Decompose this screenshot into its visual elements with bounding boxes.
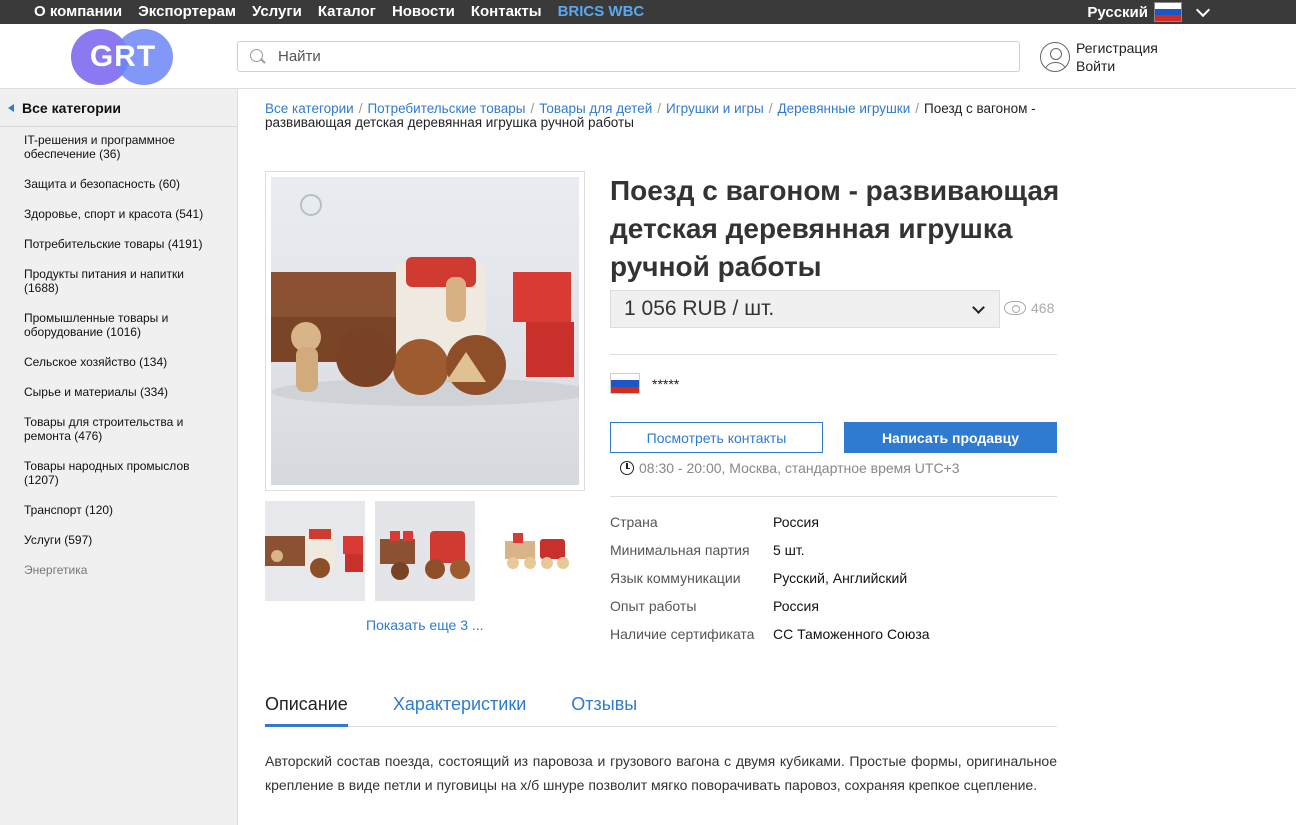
crumb-kids[interactable]: Товары для детей	[539, 101, 652, 116]
wooden-train-illustration	[271, 194, 579, 406]
spec-row: Страна Россия	[610, 508, 930, 536]
divider	[610, 496, 1057, 497]
header: GRT Регистрация Войти	[0, 24, 1296, 89]
category-sidebar: Все категории IT-решения и программное о…	[0, 89, 238, 825]
working-hours: 08:30 - 20:00, Москва, стандартное время…	[620, 460, 960, 476]
tab-characteristics[interactable]: Характеристики	[393, 690, 526, 727]
tab-description[interactable]: Описание	[265, 690, 348, 727]
russia-flag-icon	[1154, 2, 1182, 22]
spec-row: Наличие сертификата СС Таможенного Союза	[610, 620, 930, 648]
sidebar-item-food[interactable]: Продукты питания и напитки (1688)	[24, 267, 214, 295]
spec-value: Россия	[773, 514, 819, 530]
view-contacts-button[interactable]: Посмотреть контакты	[610, 422, 823, 453]
price-value: 1 056 RUB / шт.	[624, 297, 775, 320]
spec-key: Наличие сертификата	[610, 626, 755, 642]
divider	[610, 354, 1057, 355]
sidebar-item-transport[interactable]: Транспорт (120)	[24, 503, 214, 517]
russia-flag-icon	[610, 373, 640, 394]
spec-row: Опыт работы Россия	[610, 592, 930, 620]
thumbnail-3[interactable]	[485, 501, 585, 601]
spec-value: СС Таможенного Союза	[773, 626, 930, 642]
logo-text: GRT	[89, 40, 157, 73]
spec-value: 5 шт.	[773, 542, 805, 558]
all-categories-title: Все категории	[22, 99, 121, 116]
search-icon[interactable]	[250, 48, 266, 65]
nav-exporters[interactable]: Экспортерам	[138, 0, 236, 24]
nav-contacts[interactable]: Контакты	[471, 0, 542, 24]
crumb-wooden[interactable]: Деревянные игрушки	[778, 101, 911, 116]
search-input[interactable]	[278, 48, 978, 65]
sidebar-item-materials[interactable]: Сырье и материалы (334)	[24, 385, 214, 399]
login-link[interactable]: Войти	[1076, 57, 1158, 75]
register-link[interactable]: Регистрация	[1076, 39, 1158, 57]
show-more-images-link[interactable]: Показать еще 3 ...	[366, 617, 484, 633]
language-selector[interactable]: Русский	[1087, 0, 1211, 24]
user-icon[interactable]	[1040, 42, 1070, 72]
write-seller-button[interactable]: Написать продавцу	[844, 422, 1057, 453]
product-tabs: Описание Характеристики Отзывы	[265, 690, 1057, 727]
product-specs: Страна Россия Минимальная партия 5 шт. Язы…	[610, 508, 930, 648]
thumbnail-strip	[265, 501, 585, 601]
spec-row: Минимальная партия 5 шт.	[610, 536, 930, 564]
breadcrumb: Все категории / Потребительские товары / Тов…	[265, 101, 1036, 130]
language-label: Русский	[1087, 3, 1148, 21]
user-block: Регистрация Войти	[1040, 39, 1158, 75]
thumbnail-1[interactable]	[265, 501, 365, 601]
all-categories-header[interactable]: Все категории	[0, 89, 237, 127]
eye-icon	[1004, 301, 1026, 315]
sidebar-item-security[interactable]: Защита и безопасность (60)	[24, 177, 214, 191]
spec-value: Россия	[773, 598, 819, 614]
sidebar-item-construction[interactable]: Товары для строительства и ремонта (476)	[24, 415, 214, 443]
view-count: 468	[1004, 300, 1054, 316]
category-list: IT-решения и программное обеспечение (36…	[0, 127, 237, 577]
sidebar-item-consumer[interactable]: Потребительские товары (4191)	[24, 237, 214, 251]
spec-key: Минимальная партия	[610, 542, 750, 558]
spec-key: Страна	[610, 514, 658, 530]
spec-value: Русский, Английский	[773, 570, 908, 586]
spec-key: Язык коммуникации	[610, 570, 741, 586]
clock-icon	[620, 461, 634, 475]
sidebar-item-crafts[interactable]: Товары народных промыслов (1207)	[24, 459, 214, 487]
top-bar: О компании Экспортерам Услуги Каталог Но…	[0, 0, 1296, 24]
nav-catalog[interactable]: Каталог	[318, 0, 376, 24]
sidebar-item-it[interactable]: IT-решения и программное обеспечение (36…	[24, 133, 214, 161]
logo[interactable]: GRT	[71, 29, 175, 85]
product-photo	[271, 177, 579, 485]
nav-brics[interactable]: BRICS WBC	[558, 0, 645, 24]
seller-name[interactable]: *****	[652, 376, 679, 392]
price-select[interactable]: 1 056 RUB / шт.	[610, 290, 1000, 328]
sidebar-item-health[interactable]: Здоровье, спорт и красота (541)	[24, 207, 214, 221]
sidebar-item-industrial[interactable]: Промышленные товары и оборудование (1016…	[24, 311, 214, 339]
crumb-toys[interactable]: Игрушки и игры	[666, 101, 764, 116]
triangle-left-icon	[8, 103, 14, 112]
chevron-down-icon	[1195, 2, 1211, 17]
nav-news[interactable]: Новости	[392, 0, 455, 24]
product-description: Авторский состав поезда, состоящий из па…	[265, 753, 1057, 793]
spec-key: Опыт работы	[610, 598, 697, 614]
sidebar-item-agriculture[interactable]: Сельское хозяйство (134)	[24, 355, 214, 369]
tab-reviews[interactable]: Отзывы	[571, 690, 637, 727]
thumbnail-2[interactable]	[375, 501, 475, 601]
view-count-value: 468	[1031, 300, 1055, 316]
crumb-all[interactable]: Все категории	[265, 101, 354, 116]
crumb-consumer[interactable]: Потребительские товары	[367, 101, 525, 116]
nav-about[interactable]: О компании	[34, 0, 122, 24]
sidebar-item-services[interactable]: Услуги (597)	[24, 533, 214, 547]
chevron-down-icon	[972, 301, 985, 314]
spec-row: Язык коммуникации Русский, Английский	[610, 564, 930, 592]
search-box	[237, 41, 1020, 72]
sidebar-item-energy[interactable]: Энергетика	[24, 563, 214, 577]
working-hours-text: 08:30 - 20:00, Москва, стандартное время…	[639, 460, 960, 476]
nav-services[interactable]: Услуги	[252, 0, 302, 24]
top-nav: О компании Экспортерам Услуги Каталог Но…	[34, 0, 660, 24]
product-title: Поезд с вагоном - развивающая детская де…	[610, 175, 1060, 282]
seller-info: *****	[610, 373, 679, 394]
product-main-image[interactable]	[265, 171, 585, 491]
